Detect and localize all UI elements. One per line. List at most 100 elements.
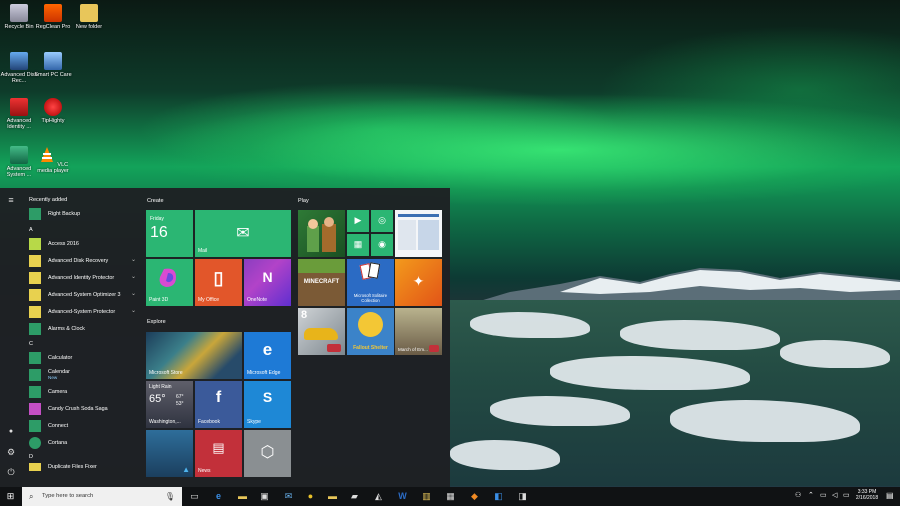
app-item-cortana[interactable]: Cortana — [24, 434, 142, 451]
desktop-icon-label: Recycle Bin — [4, 24, 34, 30]
app-item-alarms-clock[interactable]: Alarms & Clock — [24, 320, 142, 337]
tile-screenshot-preview[interactable] — [395, 210, 442, 257]
desktop-icon-advanced-disk-recovery[interactable]: Advanced Disk Rec... — [0, 52, 38, 84]
network-icon[interactable]: ▭ — [820, 491, 827, 499]
letter-header-a[interactable]: A — [24, 226, 142, 235]
chevron-up-icon[interactable]: ⌃ — [808, 491, 814, 499]
clock[interactable]: 3:33 PM 2/16/2018 — [852, 489, 882, 501]
letter-header-d[interactable]: D — [24, 453, 142, 462]
tile-news[interactable]: ▤ News — [195, 430, 242, 477]
app-icon[interactable]: ◭ — [372, 490, 385, 503]
app-icon[interactable]: ◆ — [468, 490, 481, 503]
people-icon[interactable]: ⚇ — [795, 491, 801, 499]
tile-microsoft-edge[interactable]: e Microsoft Edge — [244, 332, 291, 379]
search-placeholder: Type here to search — [42, 493, 94, 499]
desktop-icon-regclean-pro[interactable]: RegClean Pro — [34, 4, 72, 30]
recently-added-header: Recently added — [29, 197, 68, 203]
user-avatar-icon[interactable]: ● — [5, 426, 17, 438]
settings-gear-icon[interactable]: ⚙ — [5, 446, 17, 458]
letter-header-c[interactable]: C — [24, 340, 142, 349]
desktop-icon-vlc[interactable]: VLC media player — [34, 146, 72, 174]
game-badge-icon — [429, 345, 439, 352]
tile-march-of-empires[interactable]: March of Em... — [395, 308, 442, 355]
music-disc-icon: ◎ — [378, 215, 386, 225]
desktop-icon-advanced-identity[interactable]: Advanced Identity ... — [0, 98, 38, 130]
chevron-down-icon[interactable]: ⌄ — [131, 256, 136, 263]
archive-icon[interactable]: ▥ — [420, 490, 433, 503]
app-item-advanced-identity-protector[interactable]: Advanced Identity Protector ⌄ — [24, 269, 142, 286]
group-title-create[interactable]: Create — [147, 198, 164, 204]
task-view-icon[interactable]: ▭ — [188, 490, 201, 503]
group-title-explore[interactable]: Explore — [147, 319, 166, 325]
app-item-calendar[interactable]: Calendar New — [24, 366, 142, 383]
file-explorer-icon[interactable]: ▬ — [236, 490, 249, 503]
store-bag-icon[interactable]: ▣ — [258, 490, 271, 503]
app-icon[interactable]: ◧ — [492, 490, 505, 503]
tile-my-office[interactable]: ▯ My Office — [195, 259, 242, 306]
desktop-icon-new-folder[interactable]: New folder — [70, 4, 108, 30]
tile-facebook[interactable]: f Facebook — [195, 381, 242, 428]
app-item-camera[interactable]: Camera — [24, 383, 142, 400]
windows-start-icon[interactable]: ⊞ — [4, 490, 17, 503]
tile-paint-3d[interactable]: Paint 3D — [146, 259, 193, 306]
app-item-right-backup[interactable]: Right Backup — [24, 205, 142, 222]
tile-microsoft-store[interactable]: Microsoft Store — [146, 332, 242, 379]
chevron-down-icon[interactable]: ⌄ — [131, 290, 136, 297]
word-icon[interactable]: W — [396, 490, 409, 503]
tile-xbox[interactable] — [298, 210, 345, 257]
chevron-down-icon[interactable]: ⌄ — [131, 273, 136, 280]
notification-center-icon[interactable]: ▤ — [886, 491, 894, 500]
folder-icon[interactable]: ▬ — [326, 490, 339, 503]
app-item-advanced-disk-recovery[interactable]: Advanced Disk Recovery ⌄ — [24, 252, 142, 269]
tile-solitaire[interactable]: Microsoft Solitaire Collection — [347, 259, 394, 306]
desktop-icon-label: Advanced Identity ... — [6, 118, 32, 130]
app-item-advanced-system-optimizer[interactable]: Advanced System Optimizer 3 ⌄ — [24, 286, 142, 303]
mail-icon[interactable]: ✉ — [282, 490, 295, 503]
tile-game-orange[interactable]: ✦ — [395, 259, 442, 306]
desktop-icon-smart-pc-care[interactable]: Smart PC Care — [34, 52, 72, 78]
tile-asphalt[interactable]: 8 — [298, 308, 345, 355]
calculator-icon[interactable]: ▦ — [444, 490, 457, 503]
tile-calculator[interactable]: ▦ — [347, 234, 369, 256]
tile-hex-app[interactable]: ⬡ — [244, 430, 291, 477]
tile-weather[interactable]: Light Rain 65° 67° 53° Washington,... — [146, 381, 193, 428]
app-item-connect[interactable]: Connect — [24, 417, 142, 434]
tile-fallout-shelter[interactable]: Fallout Shelter — [347, 308, 394, 355]
folder-icon — [29, 271, 41, 284]
app-icon[interactable]: ▰ — [348, 490, 361, 503]
desktop-icon-label: TipHighty — [41, 118, 65, 124]
chevron-down-icon[interactable]: ⌄ — [131, 307, 136, 314]
identity-protector-icon — [10, 98, 28, 116]
hamburger-menu-icon[interactable]: ≡ — [5, 194, 17, 206]
tile-mail[interactable]: ✉ Mail — [195, 210, 291, 257]
app-icon[interactable]: ◨ — [516, 490, 529, 503]
app-item-candy-crush[interactable]: Candy Crush Soda Saga — [24, 400, 142, 417]
candy-crush-icon — [29, 402, 41, 415]
desktop-icon-advanced-system[interactable]: Advanced System ... — [0, 146, 38, 178]
edge-browser-icon[interactable]: e — [212, 490, 225, 503]
desktop-icon-recycle-bin[interactable]: Recycle Bin — [0, 4, 38, 30]
microphone-icon[interactable]: 🎙 — [165, 487, 175, 506]
search-box[interactable]: ⌕ Type here to search 🎙 — [22, 487, 182, 506]
weather-high: 67° — [176, 394, 184, 400]
start-rail: ≡ ● ⚙ ⏻ — [0, 188, 22, 487]
app-item-access[interactable]: Access 2016 — [24, 235, 142, 252]
office-icon: ▯ — [213, 268, 224, 288]
tile-minecraft[interactable]: MINECRAFT — [298, 259, 345, 306]
tile-onenote[interactable]: N OneNote — [244, 259, 291, 306]
chrome-icon[interactable]: ● — [304, 490, 317, 503]
app-item-duplicate-files[interactable]: Duplicate Files Fixer — [24, 462, 142, 472]
volume-icon[interactable]: ◁ — [832, 491, 837, 499]
battery-icon[interactable]: ▭ — [843, 491, 850, 499]
group-title-play[interactable]: Play — [298, 198, 309, 204]
power-icon[interactable]: ⏻ — [5, 466, 17, 478]
app-item-advanced-system-protector[interactable]: Advanced-System Protector ⌄ — [24, 303, 142, 320]
tile-calendar[interactable]: Friday 16 — [146, 210, 193, 257]
tile-groove[interactable]: ◎ — [371, 210, 393, 232]
tile-skype[interactable]: S Skype — [244, 381, 291, 428]
desktop-icon-tiphighty[interactable]: TipHighty — [34, 98, 72, 124]
tile-movies[interactable]: ▶ — [347, 210, 369, 232]
app-item-calculator[interactable]: Calculator — [24, 349, 142, 366]
tile-camera[interactable]: ◉ — [371, 234, 393, 256]
tile-twitter[interactable]: ▲ — [146, 430, 193, 477]
